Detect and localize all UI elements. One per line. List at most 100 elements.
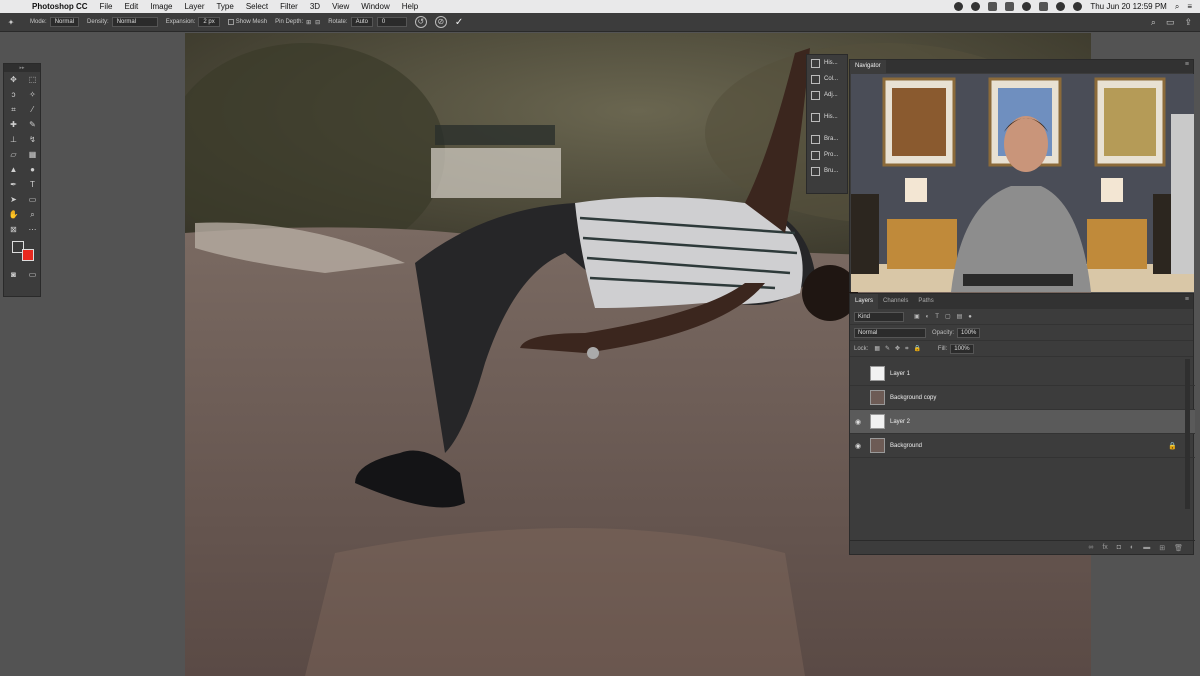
- quick-mask-icon[interactable]: ◙: [4, 267, 23, 282]
- status-app-icon[interactable]: [988, 2, 998, 11]
- workspace-icon[interactable]: ▭: [1166, 17, 1175, 28]
- edit-toolbar-icon[interactable]: ⊠: [4, 222, 23, 237]
- marquee-tool-icon[interactable]: ⬚: [23, 72, 42, 87]
- puppet-warp-tool-icon[interactable]: ✦: [0, 18, 22, 27]
- layer-row[interactable]: Background copy: [850, 386, 1195, 410]
- panel-menu-icon[interactable]: ≡: [1185, 61, 1189, 68]
- properties-panel-button[interactable]: Pro...: [807, 147, 847, 163]
- tools-grip[interactable]: ▸▸: [4, 64, 40, 72]
- eyedropper-tool-icon[interactable]: ⁄: [23, 102, 42, 117]
- camera-icon[interactable]: [1022, 2, 1032, 11]
- menu-layer[interactable]: Layer: [184, 2, 204, 11]
- creative-cloud-icon[interactable]: [954, 2, 964, 11]
- status-app-icon[interactable]: [971, 2, 981, 11]
- layers-scrollbar[interactable]: [1185, 359, 1190, 509]
- delete-layer-icon[interactable]: 🗑: [1174, 544, 1183, 552]
- pin-forward-icon[interactable]: ⊞: [306, 19, 311, 26]
- shape-tool-icon[interactable]: ▭: [23, 192, 42, 207]
- layers-header: Layers Channels Paths: [850, 294, 1193, 309]
- menu-edit[interactable]: Edit: [124, 2, 138, 11]
- eye-icon[interactable]: ◉: [850, 442, 866, 450]
- navigator-preview[interactable]: [851, 74, 1194, 292]
- search-icon[interactable]: ⌕: [1151, 17, 1156, 28]
- adjustments-panel-button[interactable]: Adj...: [807, 87, 847, 103]
- crop-tool-icon[interactable]: ⌗: [4, 102, 23, 117]
- adjustment-layer-icon[interactable]: ◐: [1130, 544, 1134, 551]
- rotate-degrees-input[interactable]: 0: [376, 17, 407, 27]
- tab-layers[interactable]: Layers: [850, 294, 879, 309]
- pen-tool-icon[interactable]: ✒: [4, 177, 23, 192]
- eye-icon[interactable]: ◉: [850, 418, 866, 426]
- menu-select[interactable]: Select: [246, 2, 268, 11]
- path-selection-tool-icon[interactable]: ➤: [4, 192, 23, 207]
- healing-brush-tool-icon[interactable]: ✚: [4, 117, 23, 132]
- magic-wand-tool-icon[interactable]: ✧: [23, 87, 42, 102]
- history-brush-tool-icon[interactable]: ↯: [23, 132, 42, 147]
- menu-type[interactable]: Type: [216, 2, 233, 11]
- display-icon[interactable]: [1039, 2, 1049, 11]
- blur-tool-icon[interactable]: ▲: [4, 162, 23, 177]
- opacity-input[interactable]: 100%: [957, 327, 981, 338]
- fill-input[interactable]: 100%: [950, 343, 974, 354]
- tab-channels[interactable]: Channels: [878, 294, 913, 309]
- hand-tool-icon[interactable]: ✋: [4, 207, 23, 222]
- add-mask-icon[interactable]: ◘: [1117, 544, 1121, 551]
- history-panel-button[interactable]: His...: [807, 55, 847, 71]
- panel-menu-icon[interactable]: ≡: [1185, 296, 1189, 303]
- more-tools-icon[interactable]: ⋯: [23, 222, 42, 237]
- dodge-tool-icon[interactable]: ●: [23, 162, 42, 177]
- expansion-input[interactable]: 2 px: [198, 17, 220, 27]
- menu-3d[interactable]: 3D: [310, 2, 320, 11]
- new-layer-icon[interactable]: ⊞: [1159, 544, 1165, 552]
- density-select[interactable]: Normal: [111, 17, 158, 27]
- link-layers-icon[interactable]: ∞: [1088, 544, 1093, 551]
- remove-all-pins-icon[interactable]: ↺: [414, 16, 427, 28]
- zoom-tool-icon[interactable]: ⌕: [23, 207, 42, 222]
- menu-help[interactable]: Help: [402, 2, 418, 11]
- show-mesh-checkbox[interactable]: [227, 19, 234, 25]
- menu-image[interactable]: Image: [150, 2, 172, 11]
- menu-view[interactable]: View: [332, 2, 349, 11]
- mode-select[interactable]: Normal: [49, 17, 80, 27]
- gradient-tool-icon[interactable]: ▦: [23, 147, 42, 162]
- clock[interactable]: Thu Jun 20 12:59 PM: [1090, 2, 1167, 11]
- tab-paths[interactable]: Paths: [913, 294, 938, 309]
- pin-backward-icon[interactable]: ⊟: [315, 19, 320, 26]
- new-group-icon[interactable]: ▬: [1143, 544, 1150, 551]
- histogram-panel-button[interactable]: His...: [807, 109, 847, 125]
- webcam-overlay: [851, 74, 1194, 292]
- volume-icon[interactable]: [1056, 2, 1066, 11]
- brush-panel-button[interactable]: Bra...: [807, 131, 847, 147]
- layer-row[interactable]: ◉ Background 🔒: [850, 434, 1195, 458]
- brush-tool-icon[interactable]: ✎: [23, 117, 42, 132]
- menu-filter[interactable]: Filter: [280, 2, 298, 11]
- app-menu[interactable]: Photoshop CC: [32, 2, 88, 11]
- background-color-swatch[interactable]: [22, 249, 34, 261]
- move-tool-icon[interactable]: ✥: [4, 72, 23, 87]
- search-icon[interactable]: ⌕: [1175, 2, 1179, 12]
- commit-icon[interactable]: ✓: [455, 17, 463, 28]
- share-icon[interactable]: ⇪: [1184, 17, 1192, 28]
- blend-mode-select[interactable]: Normal: [854, 327, 926, 338]
- color-panel-button[interactable]: Col...: [807, 71, 847, 87]
- brush-presets-panel-button[interactable]: Bru...: [807, 163, 847, 179]
- rotate-select[interactable]: Auto: [350, 17, 373, 27]
- wifi-icon[interactable]: [1073, 2, 1083, 11]
- type-tool-icon[interactable]: T: [23, 177, 42, 192]
- menu-file[interactable]: File: [100, 2, 113, 11]
- list-icon[interactable]: ≡: [1187, 2, 1192, 11]
- screen-mode-icon[interactable]: ▭: [23, 267, 42, 282]
- filter-icons[interactable]: ▣◐T▢▤●: [914, 313, 978, 320]
- clipboard-icon[interactable]: [1005, 2, 1015, 11]
- layer-row[interactable]: Layer 1: [850, 362, 1195, 386]
- clone-stamp-tool-icon[interactable]: ⊥: [4, 132, 23, 147]
- cancel-icon[interactable]: ⊘: [434, 16, 447, 28]
- eraser-tool-icon[interactable]: ▱: [4, 147, 23, 162]
- layer-row-selected[interactable]: ◉ Layer 2: [850, 410, 1195, 434]
- tab-navigator[interactable]: Navigator: [850, 60, 886, 73]
- kind-filter-select[interactable]: Kind: [854, 311, 904, 322]
- lasso-tool-icon[interactable]: ↄ: [4, 87, 23, 102]
- lock-icons[interactable]: ▦✎✥⌗🔒: [874, 345, 926, 353]
- layer-style-icon[interactable]: fx: [1102, 544, 1107, 551]
- menu-window[interactable]: Window: [361, 2, 389, 11]
